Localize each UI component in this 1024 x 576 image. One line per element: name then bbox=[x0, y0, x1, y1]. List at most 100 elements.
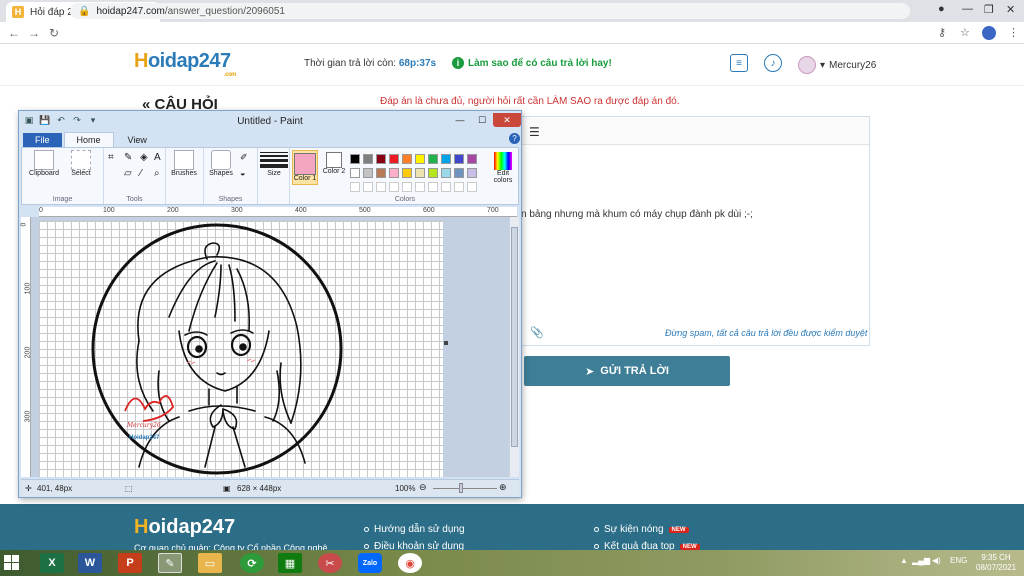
site-logo[interactable]: Hoidap247 .com bbox=[134, 50, 237, 78]
palette-color-swatch[interactable] bbox=[376, 168, 386, 178]
custom-color-slot[interactable] bbox=[389, 182, 399, 192]
drawing-canvas[interactable]: Mercury26 Hoidap247 bbox=[39, 221, 443, 477]
palette-color-swatch[interactable] bbox=[415, 154, 425, 164]
palette-color-swatch[interactable] bbox=[415, 168, 425, 178]
answer-editor[interactable]: ☰ n bảng nhưng mà khum có máy chụp đành … bbox=[500, 116, 870, 346]
palette-color-swatch[interactable] bbox=[441, 168, 451, 178]
paint-titlebar[interactable]: ▣ 💾 ↶ ↷ ▾ Untitled - Paint — ☐ ✕ bbox=[19, 111, 521, 131]
file-explorer-icon[interactable]: ▭ bbox=[198, 553, 222, 573]
attach-paperclip-icon[interactable]: 📎 bbox=[530, 326, 544, 339]
word-icon[interactable]: W bbox=[78, 553, 102, 573]
window-close-icon[interactable]: ✕ bbox=[1006, 3, 1015, 16]
paint-vertical-scrollbar[interactable] bbox=[509, 217, 519, 477]
palette-color-swatch[interactable] bbox=[402, 168, 412, 178]
tab-file[interactable]: File bbox=[23, 133, 62, 147]
color-picker-icon[interactable]: ⁄ bbox=[140, 168, 142, 179]
palette-color-swatch[interactable] bbox=[428, 168, 438, 178]
palette-color-swatch[interactable] bbox=[363, 154, 373, 164]
zoom-out-icon[interactable]: ⊖ bbox=[419, 482, 427, 493]
language-indicator[interactable]: ENG bbox=[950, 556, 967, 565]
color1-button[interactable]: Color 1 bbox=[292, 150, 318, 185]
qat-dropdown-icon[interactable]: ▾ bbox=[87, 114, 99, 126]
custom-color-slot[interactable] bbox=[350, 182, 360, 192]
browser-menu-icon[interactable]: ⋮ bbox=[1008, 26, 1019, 39]
bookmark-star-icon[interactable]: ☆ bbox=[960, 26, 970, 39]
editor-list-icon[interactable]: ☰ bbox=[529, 125, 540, 139]
magnifier-icon[interactable]: ⌕ bbox=[154, 168, 160, 179]
redo-icon[interactable]: ↷ bbox=[71, 114, 83, 126]
chrome-icon[interactable]: ◉ bbox=[398, 553, 422, 573]
pencil-icon[interactable]: ✎ bbox=[124, 152, 132, 163]
shapes-button[interactable]: Shapes bbox=[206, 150, 236, 177]
paint-maximize-icon[interactable]: ☐ bbox=[471, 113, 493, 127]
paint-minimize-icon[interactable]: — bbox=[449, 113, 471, 127]
custom-color-slot[interactable] bbox=[441, 182, 451, 192]
tab-view[interactable]: View bbox=[116, 133, 159, 147]
paint-taskbar-icon[interactable]: ✎ bbox=[158, 553, 182, 573]
custom-color-slot[interactable] bbox=[454, 182, 464, 192]
custom-color-slot[interactable] bbox=[428, 182, 438, 192]
paint-close-icon[interactable]: ✕ bbox=[493, 113, 521, 127]
custom-color-slot[interactable] bbox=[415, 182, 425, 192]
footer-link-guide[interactable]: Hướng dẫn sử dụng bbox=[364, 524, 465, 535]
zoom-in-icon[interactable]: ⊕ bbox=[499, 482, 507, 493]
palette-color-swatch[interactable] bbox=[350, 154, 360, 164]
fill-bucket-icon[interactable]: ◈ bbox=[140, 152, 148, 163]
tab-home[interactable]: Home bbox=[63, 132, 114, 147]
select-button[interactable]: Select bbox=[66, 150, 96, 177]
snipping-icon[interactable]: ✂ bbox=[318, 553, 342, 573]
address-bar[interactable]: 🔒 hoidap247.com/answer_question/2096051 bbox=[70, 3, 910, 19]
palette-color-swatch[interactable] bbox=[467, 168, 477, 178]
excel-icon[interactable]: X bbox=[40, 553, 64, 573]
answer-tip-link[interactable]: i Làm sao để có câu trả lời hay! bbox=[452, 57, 612, 69]
palette-color-swatch[interactable] bbox=[389, 168, 399, 178]
custom-color-slot[interactable] bbox=[402, 182, 412, 192]
app-green-icon[interactable]: ⟳ bbox=[240, 553, 264, 573]
custom-color-slot[interactable] bbox=[363, 182, 373, 192]
brushes-button[interactable]: Brushes bbox=[168, 148, 200, 198]
clipboard-button[interactable]: Clipboard bbox=[26, 150, 62, 177]
palette-color-swatch[interactable] bbox=[402, 154, 412, 164]
zalo-icon[interactable]: Zalo bbox=[358, 553, 382, 573]
user-menu[interactable]: ▾ Mercury26 bbox=[798, 56, 876, 74]
taskbar-clock[interactable]: 9:35 CH 08/07/2021 bbox=[976, 553, 1016, 573]
palette-color-swatch[interactable] bbox=[350, 168, 360, 178]
palette-color-swatch[interactable] bbox=[376, 154, 386, 164]
tab-search-icon[interactable]: ● bbox=[938, 3, 945, 15]
custom-color-slot[interactable] bbox=[376, 182, 386, 192]
palette-color-swatch[interactable] bbox=[454, 168, 464, 178]
edit-colors-button[interactable]: Edit colors bbox=[488, 152, 518, 184]
palette-color-swatch[interactable] bbox=[454, 154, 464, 164]
windows-start-icon[interactable] bbox=[4, 555, 20, 571]
text-tool-icon[interactable]: A bbox=[154, 152, 161, 163]
palette-color-swatch[interactable] bbox=[428, 154, 438, 164]
window-restore-icon[interactable]: ❐ bbox=[984, 3, 994, 16]
notification-bell-icon[interactable]: ♪ bbox=[764, 54, 782, 72]
forward-arrow-icon[interactable]: → bbox=[24, 26, 44, 40]
size-button[interactable]: Size bbox=[260, 150, 288, 177]
key-icon[interactable]: ⚷ bbox=[938, 26, 946, 39]
network-icon[interactable]: ▂▄▆ bbox=[912, 556, 930, 565]
canvas-resize-handle[interactable] bbox=[444, 341, 448, 345]
submit-answer-button[interactable]: ➤ GỬI TRẢ LỜI bbox=[524, 356, 730, 386]
footer-logo[interactable]: Hoidap247 bbox=[134, 516, 235, 539]
powerpoint-icon[interactable]: P bbox=[118, 553, 142, 573]
reload-icon[interactable]: ↻ bbox=[44, 26, 64, 40]
store-icon[interactable]: ▦ bbox=[278, 553, 302, 573]
outline-icon[interactable]: ✐ bbox=[240, 152, 248, 163]
zoom-slider[interactable] bbox=[433, 488, 497, 489]
palette-color-swatch[interactable] bbox=[389, 154, 399, 164]
help-icon[interactable]: ? bbox=[509, 133, 520, 144]
zoom-slider-thumb[interactable] bbox=[459, 483, 463, 493]
eraser-icon[interactable]: ▱ bbox=[124, 168, 132, 179]
custom-color-slot[interactable] bbox=[467, 182, 477, 192]
fill-icon[interactable]: ◒ bbox=[240, 168, 245, 178]
crop-icon[interactable]: ⌗ bbox=[108, 152, 114, 163]
save-icon[interactable]: 💾 bbox=[39, 114, 51, 126]
palette-color-swatch[interactable] bbox=[441, 154, 451, 164]
palette-color-swatch[interactable] bbox=[467, 154, 477, 164]
chat-icon[interactable]: ≡ bbox=[730, 54, 748, 72]
window-minimize-icon[interactable]: — bbox=[962, 3, 973, 15]
color2-button[interactable]: Color 2 bbox=[322, 152, 346, 175]
undo-icon[interactable]: ↶ bbox=[55, 114, 67, 126]
